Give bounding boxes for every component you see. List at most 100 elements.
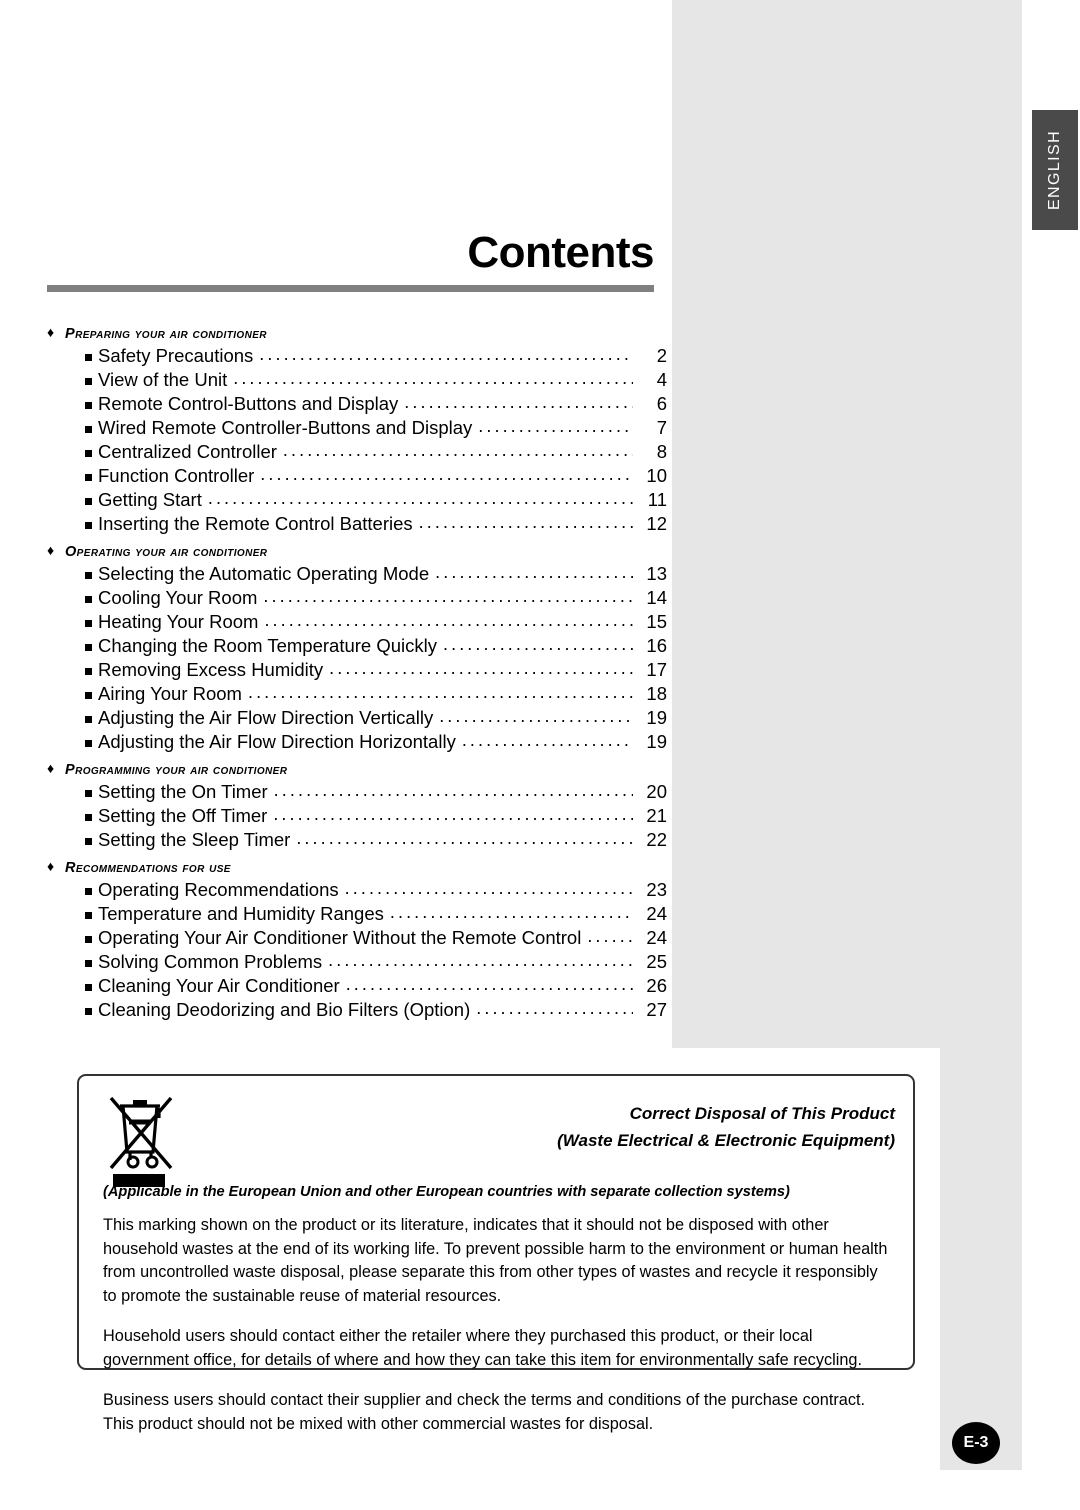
toc-section-header: ♦ Operating your air conditioner [47, 543, 667, 560]
toc-section-title: Recommendations for use [65, 860, 231, 876]
toc-entry-label: Selecting the Automatic Operating Mode [98, 563, 430, 584]
toc-entry-label: Removing Excess Humidity [98, 659, 324, 680]
weee-heading-line1: Correct Disposal of This Product [629, 1104, 895, 1123]
crossed-out-wheeled-bin-icon [103, 1090, 181, 1190]
toc-entry-label: Centralized Controller [98, 441, 277, 462]
toc-entry-page: 25 [646, 951, 667, 972]
toc-entry-page: 24 [646, 927, 667, 948]
diamond-bullet-icon: ♦ [47, 858, 55, 874]
toc-leader-dots: ........................................… [328, 950, 633, 970]
language-tab-english: ENGLISH [1032, 110, 1078, 230]
toc-entry-page: 19 [646, 731, 667, 752]
toc-entry-page: 10 [646, 465, 667, 486]
toc-entry-label: Inserting the Remote Control Batteries [98, 513, 413, 534]
toc-section: ♦ Programming your air conditioner Setting… [47, 760, 667, 852]
toc-leader-dots: ........................................… [264, 610, 633, 630]
toc-entry[interactable]: Adjusting the Air Flow Direction Horizon… [47, 730, 667, 754]
toc-leader-dots: ........................................… [435, 562, 633, 582]
toc-entry-label: Solving Common Problems [98, 951, 323, 972]
toc-entry[interactable]: Operating Your Air Conditioner Without t… [47, 926, 667, 950]
toc-entry-label: View of the Unit [98, 369, 228, 390]
toc-entry-label: Function Controller [98, 465, 255, 486]
toc-leader-dots: ........................................… [404, 392, 633, 412]
toc-entry-page: 8 [656, 441, 667, 462]
toc-section-title: Operating your air conditioner [65, 544, 268, 560]
toc-entry-page: 11 [647, 489, 667, 510]
title-divider [47, 285, 654, 292]
toc-entry[interactable]: Wired Remote Controller-Buttons and Disp… [47, 416, 667, 440]
weee-paragraph: Household users should contact either th… [103, 1327, 862, 1369]
toc-section: ♦ Preparing your air conditioner Safety Pr… [47, 325, 667, 536]
toc-entry-page: 26 [646, 975, 667, 996]
toc-entry-page: 6 [656, 393, 667, 414]
toc-leader-dots: ........................................… [259, 344, 633, 364]
toc-entry-page: 24 [646, 903, 667, 924]
toc-leader-dots: ........................................… [282, 440, 633, 460]
toc-entry[interactable]: Getting Start...........................… [47, 488, 667, 512]
toc-entry-page: 16 [646, 635, 667, 656]
toc-entry[interactable]: Selecting the Automatic Operating Mode..… [47, 562, 667, 586]
toc-leader-dots: ........................................… [461, 730, 633, 750]
toc-leader-dots: ........................................… [329, 658, 633, 678]
toc-entry[interactable]: Temperature and Humidity Ranges.........… [47, 902, 667, 926]
toc-entry-page: 23 [646, 879, 667, 900]
toc-entry-label: Safety Precautions [98, 345, 254, 366]
toc-entry[interactable]: Setting the On Timer....................… [47, 780, 667, 804]
toc-entry[interactable]: Cleaning Deodorizing and Bio Filters (Op… [47, 998, 667, 1022]
toc-section-title: Programming your air conditioner [65, 762, 288, 778]
toc-entry-label: Operating Your Air Conditioner Without t… [98, 927, 582, 948]
toc-section-title: Preparing your air conditioner [65, 326, 267, 342]
toc-entry-page: 12 [646, 513, 667, 534]
toc-entry-label: Heating Your Room [98, 611, 259, 632]
toc-entry-page: 18 [646, 683, 667, 704]
toc-leader-dots: ........................................… [476, 998, 633, 1018]
toc-entry[interactable]: Setting the Sleep Timer.................… [47, 828, 667, 852]
toc-section-header: ♦ Programming your air conditioner [47, 760, 667, 778]
toc-entry-label: Setting the On Timer [98, 781, 268, 802]
weee-disposal-notice: Correct Disposal of This Product (Waste … [77, 1074, 915, 1433]
toc-entry[interactable]: Cooling Your Room.......................… [47, 586, 667, 610]
page-gray-panel-top [672, 0, 1022, 1048]
weee-applicability-note: (Applicable in the European Union and ot… [103, 1184, 790, 1200]
toc-leader-dots: ........................................… [273, 780, 633, 800]
toc-entry-label: Operating Recommendations [98, 879, 339, 900]
toc-leader-dots: ........................................… [247, 682, 633, 702]
toc-leader-dots: ........................................… [439, 706, 633, 726]
toc-leader-dots: ........................................… [389, 902, 633, 922]
page-number-label: E-3 [963, 1434, 989, 1451]
toc-entry[interactable]: Adjusting the Air Flow Direction Vertica… [47, 706, 667, 730]
toc-entry[interactable]: Changing the Room Temperature Quickly...… [47, 634, 667, 658]
toc-entry[interactable]: Function Controller.....................… [47, 464, 667, 488]
toc-entry[interactable]: Remote Control-Buttons and Display......… [47, 392, 667, 416]
toc-leader-dots: ........................................… [587, 926, 633, 946]
toc-leader-dots: ........................................… [478, 416, 633, 436]
toc-entry-page: 17 [646, 659, 667, 680]
toc-entry[interactable]: Airing Your Room........................… [47, 682, 667, 706]
page-number-badge: E-3 [952, 1422, 1000, 1464]
toc-entry[interactable]: View of the Unit........................… [47, 368, 667, 392]
diamond-bullet-icon: ♦ [47, 760, 55, 776]
toc-entry-label: Cleaning Your Air Conditioner [98, 975, 340, 996]
toc-leader-dots: ........................................… [418, 512, 633, 532]
page-title: Contents [467, 228, 654, 277]
toc-entry-label: Setting the Sleep Timer [98, 829, 291, 850]
toc-entry-label: Getting Start [98, 489, 202, 510]
toc-entry-label: Temperature and Humidity Ranges [98, 903, 384, 924]
toc-entry[interactable]: Operating Recommendations...............… [47, 878, 667, 902]
toc-entry[interactable]: Removing Excess Humidity................… [47, 658, 667, 682]
toc-entry[interactable]: Safety Precautions......................… [47, 344, 667, 368]
toc-entry-page: 7 [656, 417, 667, 438]
toc-leader-dots: ........................................… [207, 488, 633, 508]
toc-entry[interactable]: Setting the Off Timer...................… [47, 804, 667, 828]
weee-body: This marking shown on the product or its… [103, 1214, 895, 1436]
toc-entry[interactable]: Solving Common Problems.................… [47, 950, 667, 974]
toc-section-header: ♦ Recommendations for use [47, 858, 667, 876]
toc-entry[interactable]: Heating Your Room.......................… [47, 610, 667, 634]
toc-entry-page: 27 [646, 999, 667, 1020]
toc-entry[interactable]: Centralized Controller..................… [47, 440, 667, 464]
toc-entry-page: 21 [646, 805, 667, 826]
toc-entry[interactable]: Inserting the Remote Control Batteries..… [47, 512, 667, 536]
toc-entry[interactable]: Cleaning Your Air Conditioner...........… [47, 974, 667, 998]
toc-leader-dots: ........................................… [344, 878, 633, 898]
toc-entry-label: Remote Control-Buttons and Display [98, 393, 399, 414]
